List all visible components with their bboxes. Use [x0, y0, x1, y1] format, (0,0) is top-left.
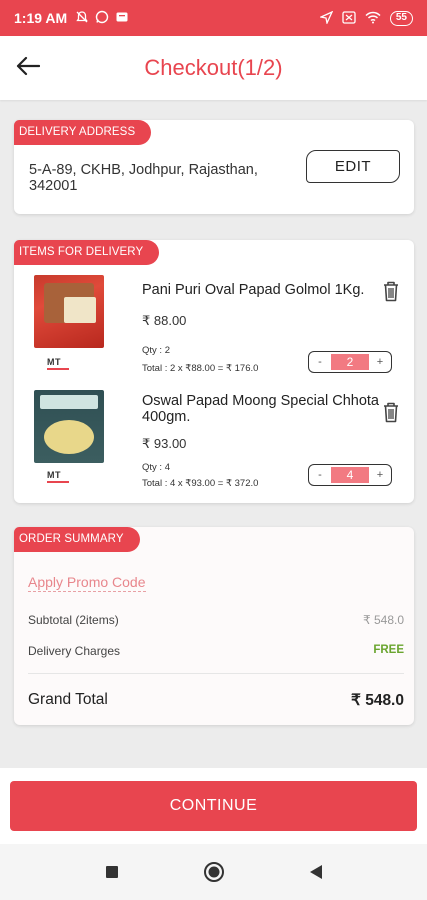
home-icon[interactable]: [199, 857, 229, 887]
subtotal-label: Subtotal (2items): [28, 613, 119, 627]
message-icon: [115, 10, 129, 26]
app-header: Checkout(1/2): [0, 36, 427, 100]
quantity-value: 2: [331, 354, 369, 370]
status-time: 1:19 AM: [14, 10, 68, 26]
recent-apps-icon[interactable]: [97, 857, 127, 887]
increase-quantity-button[interactable]: +: [369, 465, 391, 485]
item-name: Pani Puri Oval Papad Golmol 1Kg.: [142, 282, 365, 298]
item-price: ₹ 93.00: [142, 436, 187, 451]
cart-item: MT Oswal Papad Moong Special Chhota 400g…: [14, 390, 414, 510]
apply-promo-code-link[interactable]: Apply Promo Code: [28, 574, 146, 592]
system-nav-bar: [0, 844, 427, 900]
grand-total-label: Grand Total: [28, 691, 108, 708]
cart-item: MT Pani Puri Oval Papad Golmol 1Kg. ₹ 88…: [14, 275, 414, 395]
back-nav-icon[interactable]: [301, 857, 331, 887]
wifi-icon: [365, 11, 381, 26]
item-total: Total : 4 x ₹93.00 = ₹ 372.0: [142, 478, 259, 489]
divider: [28, 673, 404, 674]
item-total: Total : 2 x ₹88.00 = ₹ 176.0: [142, 363, 259, 374]
product-image[interactable]: [34, 275, 104, 348]
quantity-stepper: - 2 +: [308, 351, 392, 373]
battery-icon: 55: [389, 10, 413, 26]
subtotal-value: ₹ 548.0: [363, 613, 404, 627]
grand-total-value: ₹ 548.0: [351, 692, 404, 709]
decrease-quantity-button[interactable]: -: [309, 465, 331, 485]
back-button[interactable]: [0, 36, 56, 100]
brand-logo-text: MT: [47, 357, 61, 367]
continue-button[interactable]: CONTINUE: [10, 781, 417, 831]
order-summary-tag: ORDER SUMMARY: [14, 527, 140, 552]
items-tag: ITEMS FOR DELIVERY: [14, 240, 160, 265]
product-image[interactable]: [34, 390, 104, 463]
trash-icon[interactable]: [381, 400, 401, 424]
delivery-charges-value: FREE: [373, 644, 404, 656]
subtotal-row: Subtotal (2items) ₹ 548.0: [28, 613, 404, 627]
increase-quantity-button[interactable]: +: [369, 352, 391, 372]
item-name: Oswal Papad Moong Special Chhota 400gm.: [142, 393, 379, 425]
brand-logo: MT: [47, 357, 69, 370]
decrease-quantity-button[interactable]: -: [309, 352, 331, 372]
page-title: Checkout(1/2): [144, 55, 283, 80]
item-qty: Qty : 4: [142, 462, 170, 473]
address-text: 5-A-89, CKHB, Jodhpur, Rajasthan, 342001: [29, 162, 258, 194]
quantity-value: 4: [331, 467, 369, 483]
delivery-charges-row: Delivery Charges FREE: [28, 644, 404, 658]
delivery-address-tag: DELIVERY ADDRESS: [14, 120, 152, 145]
order-summary-card: ORDER SUMMARY Apply Promo Code Subtotal …: [14, 527, 414, 725]
delivery-address-card: DELIVERY ADDRESS 5-A-89, CKHB, Jodhpur, …: [14, 120, 414, 214]
edit-address-button[interactable]: EDIT: [306, 150, 400, 183]
status-bar: 1:19 AM 55: [0, 0, 427, 36]
brand-logo-text: MT: [47, 470, 61, 480]
grand-total-row: Grand Total ₹ 548.0: [28, 691, 404, 710]
brand-logo: MT: [47, 470, 69, 483]
trash-icon[interactable]: [381, 279, 401, 303]
mute-icon: [75, 10, 89, 26]
location-icon: [318, 10, 334, 26]
delivery-charges-label: Delivery Charges: [28, 644, 121, 658]
arrow-left-icon: [16, 56, 41, 81]
quantity-stepper: - 4 +: [308, 464, 392, 486]
sim-icon: [342, 10, 356, 26]
item-qty: Qty : 2: [142, 345, 170, 356]
item-price: ₹ 88.00: [142, 313, 187, 328]
whatsapp-icon: [95, 10, 109, 26]
items-for-delivery-card: ITEMS FOR DELIVERY MT Pani Puri Oval Pap…: [14, 240, 414, 503]
